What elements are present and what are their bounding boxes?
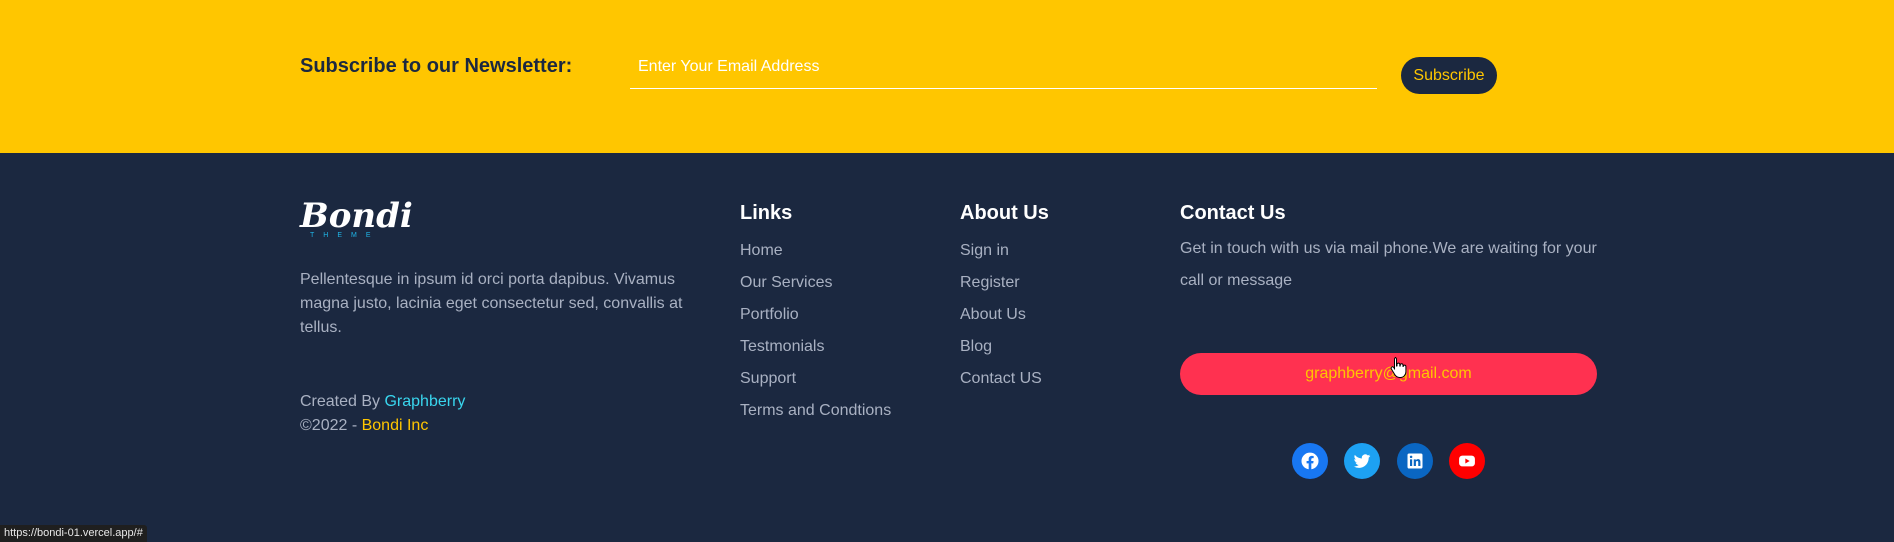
footer-link-portfolio[interactable]: Portfolio <box>740 299 891 331</box>
footer-about-text: Pellentesque in ipsum id orci porta dapi… <box>300 271 683 336</box>
email-button[interactable]: graphberry@gmail.com <box>1180 353 1597 395</box>
footer-link-contact-us[interactable]: Contact US <box>960 363 1049 395</box>
footer-credit: Created By Graphberry ©2022 - Bondi Inc <box>300 390 465 438</box>
about-heading: About Us <box>960 202 1049 224</box>
about-column: About Us Sign in Register About Us Blog … <box>960 201 1049 395</box>
contact-text: Get in touch with us via mail phone.We a… <box>1180 240 1597 289</box>
twitter-icon[interactable] <box>1344 443 1380 479</box>
links-heading: Links <box>740 202 793 224</box>
newsletter-email-input[interactable] <box>630 55 1377 89</box>
newsletter-section: Subscribe to our Newsletter: Subscribe <box>0 0 1894 153</box>
copyright-label: ©2022 - <box>300 417 362 434</box>
linkedin-icon[interactable] <box>1397 443 1433 479</box>
newsletter-title: Subscribe to our Newsletter: <box>300 55 573 77</box>
facebook-icon[interactable] <box>1292 443 1328 479</box>
footer-link-testmonials[interactable]: Testmonials <box>740 331 891 363</box>
company-link[interactable]: Bondi Inc <box>362 417 429 434</box>
contact-column: Contact Us Get in touch with us via mail… <box>1180 201 1610 297</box>
youtube-icon[interactable] <box>1449 443 1485 479</box>
subscribe-button[interactable]: Subscribe <box>1401 57 1497 94</box>
author-link[interactable]: Graphberry <box>384 393 465 410</box>
hand-cursor-icon <box>1390 356 1408 378</box>
footer-link-terms[interactable]: Terms and Condtions <box>740 395 891 427</box>
footer-link-sign-in[interactable]: Sign in <box>960 235 1049 267</box>
footer-link-home[interactable]: Home <box>740 235 891 267</box>
logo-wordmark: Bondi <box>300 196 413 236</box>
footer-link-support[interactable]: Support <box>740 363 891 395</box>
footer-link-register[interactable]: Register <box>960 267 1049 299</box>
logo[interactable]: Bondi THEME <box>300 196 413 248</box>
footer-link-about-us[interactable]: About Us <box>960 299 1049 331</box>
footer-link-our-services[interactable]: Our Services <box>740 267 891 299</box>
footer-link-blog[interactable]: Blog <box>960 331 1049 363</box>
created-by-label: Created By <box>300 393 385 410</box>
browser-status-url: https://bondi-01.vercel.app/# <box>0 525 147 542</box>
contact-heading: Contact Us <box>1180 202 1286 224</box>
links-column: Links Home Our Services Portfolio Testmo… <box>740 201 891 427</box>
